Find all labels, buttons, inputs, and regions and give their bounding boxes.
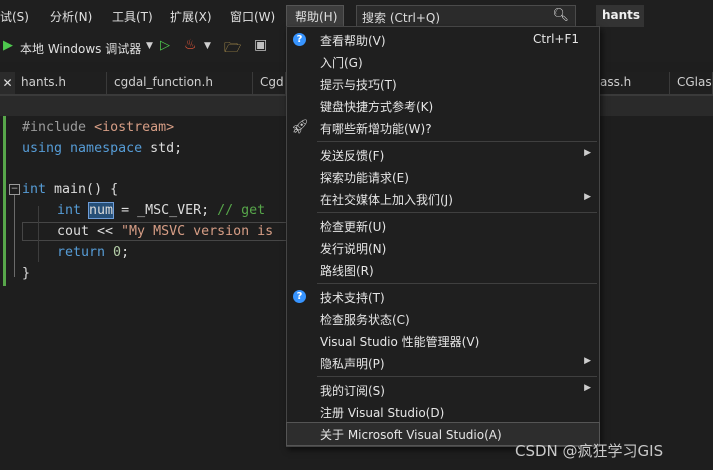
submenu-arrow-icon: ▶ [584,148,591,158]
menu-item-roadmap[interactable]: 路线图(R) [287,259,599,281]
close-icon[interactable]: ✕ [0,72,15,94]
menu-item-performance-manager[interactable]: Visual Studio 性能管理器(V) [287,330,599,352]
menu-item-privacy[interactable]: 隐私声明(P) ▶ [287,352,599,374]
start-without-debug-icon[interactable]: ▷ [160,38,170,53]
chevron-down-icon[interactable]: ▼ [204,41,211,51]
tab-cglass[interactable]: CGlass [671,72,713,94]
fold-guide [14,195,15,277]
start-debug-icon[interactable]: ▶ [3,38,13,53]
menu-item-tech-support[interactable]: ? 技术支持(T) [287,286,599,308]
debug-target-button[interactable]: 本地 Windows 调试器 [20,40,141,57]
menu-item-service-status[interactable]: 检查服务状态(C) [287,308,599,330]
question-circle-icon: ? [293,290,306,303]
tab-ass-h[interactable]: ass.h [598,72,670,94]
collapse-icon[interactable]: − [9,184,20,195]
menu-extensions[interactable]: 扩展(X) [170,8,212,25]
tab-cgdal-function-h[interactable]: cgdal_function.h [108,72,253,94]
change-tracking-bar [3,116,6,286]
submenu-arrow-icon: ▶ [584,192,591,202]
menu-item-social-media[interactable]: 在社交媒体上加入我们(J) ▶ [287,188,599,210]
code-line-1: #include <iostream> [22,120,175,135]
menu-separator [317,376,597,377]
chevron-down-icon[interactable]: ▼ [146,41,153,51]
search-placeholder: 搜索 (Ctrl+Q) [362,11,441,25]
menu-item-register[interactable]: 注册 Visual Studio(D) [287,401,599,423]
code-line-4: int main() { [22,182,119,197]
watermark: CSDN @疯狂学习GIS [515,442,664,460]
help-menu-dropdown: ? 查看帮助(V) Ctrl+F1 入门(G) 提示与技巧(T) 键盘快捷方式参… [286,26,600,447]
menu-item-release-notes[interactable]: 发行说明(N) [287,237,599,259]
code-line-7: return 0; [57,245,130,260]
menu-item-tips[interactable]: 提示与技巧(T) [287,73,599,95]
menu-window[interactable]: 窗口(W) [230,8,275,25]
rocket-icon: 🚀︎ [291,119,309,135]
menu-item-subscriptions[interactable]: 我的订阅(S) ▶ [287,379,599,401]
submenu-arrow-icon: ▶ [584,383,591,393]
menu-item-keyboard-shortcuts[interactable]: 键盘快捷方式参考(K) [287,95,599,117]
menu-item-get-started[interactable]: 入门(G) [287,51,599,73]
window-layout-icon[interactable]: ▣ [254,37,267,53]
menu-item-feature-requests[interactable]: 探索功能请求(E) [287,166,599,188]
menu-separator [317,212,597,213]
solution-name-badge[interactable]: hants [596,5,644,27]
menu-item-send-feedback[interactable]: 发送反馈(F) ▶ [287,144,599,166]
hot-reload-icon[interactable]: ♨ [184,37,197,53]
search-input[interactable]: 搜索 (Ctrl+Q) 🔍︎ [356,5,576,27]
menu-separator [317,141,597,142]
menu-separator [317,283,597,284]
tab-cgd[interactable]: Cgd [254,72,286,94]
menu-help[interactable]: 帮助(H) [286,5,344,27]
question-circle-icon: ? [293,33,306,46]
search-icon[interactable]: 🔍︎ [552,8,569,23]
menu-analyze[interactable]: 分析(N) [50,8,92,25]
menu-item-view-help[interactable]: ? 查看帮助(V) Ctrl+F1 [287,29,599,51]
menu-tools[interactable]: 工具(T) [112,8,153,25]
tab-hants-h[interactable]: hants.h [15,72,107,94]
menu-item-check-updates[interactable]: 检查更新(U) [287,215,599,237]
code-line-2: using namespace std; [22,141,183,156]
code-line-6: cout << "My MSVC version is [57,224,274,239]
code-line-5: int num = _MSC_VER; // get [57,202,266,219]
menu-item-whats-new[interactable]: 🚀︎ 有哪些新增功能(W)? [287,117,599,139]
folder-icon[interactable]: 🗁︎ [224,37,241,61]
submenu-arrow-icon: ▶ [584,356,591,366]
indent-guide [38,206,39,262]
code-line-8: } [22,266,31,281]
menu-test[interactable]: 试(S) [0,8,29,25]
